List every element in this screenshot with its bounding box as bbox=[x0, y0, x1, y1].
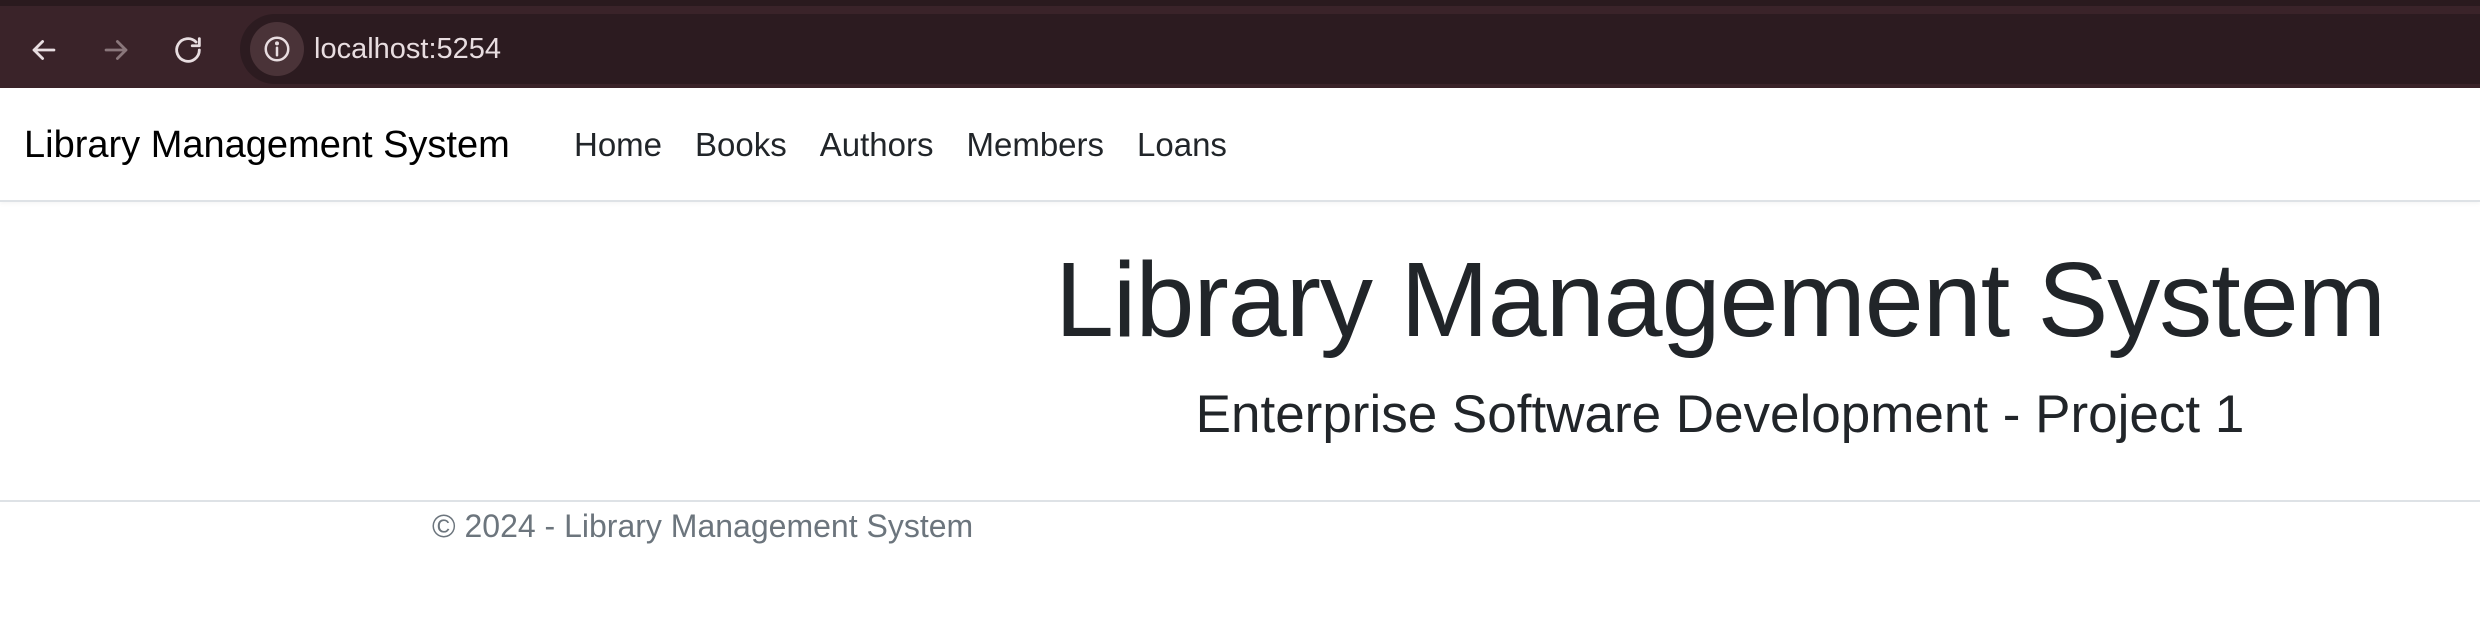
info-icon bbox=[264, 36, 290, 62]
arrow-left-icon bbox=[32, 40, 56, 60]
nav-link-loans[interactable]: Loans bbox=[1137, 126, 1227, 164]
reload-icon bbox=[175, 37, 201, 63]
arrow-right-icon bbox=[104, 40, 128, 60]
nav-link-books[interactable]: Books bbox=[695, 126, 787, 164]
reload-button[interactable] bbox=[160, 22, 216, 78]
browser-toolbar: localhost:5254 bbox=[0, 0, 2480, 88]
site-info-button[interactable] bbox=[250, 22, 304, 76]
nav-link-home[interactable]: Home bbox=[574, 126, 662, 164]
url-text[interactable]: localhost:5254 bbox=[314, 14, 501, 84]
footer-copyright: © 2024 - Library Management System bbox=[432, 508, 974, 544]
app-navbar: Library Management System Home Books Aut… bbox=[0, 88, 2480, 202]
page-title: Library Management System bbox=[1054, 241, 2386, 359]
address-bar[interactable]: localhost:5254 bbox=[240, 14, 2480, 84]
forward-button[interactable] bbox=[88, 22, 144, 78]
nav-link-members[interactable]: Members bbox=[966, 126, 1104, 164]
page-footer: © 2024 - Library Management System bbox=[0, 500, 2480, 560]
nav-link-authors[interactable]: Authors bbox=[820, 126, 934, 164]
page-subtitle: Enterprise Software Development - Projec… bbox=[1195, 385, 2245, 444]
nav-links: Home Books Authors Members Loans bbox=[574, 88, 1260, 202]
back-button[interactable] bbox=[16, 22, 72, 78]
navbar-brand[interactable]: Library Management System bbox=[24, 88, 510, 202]
